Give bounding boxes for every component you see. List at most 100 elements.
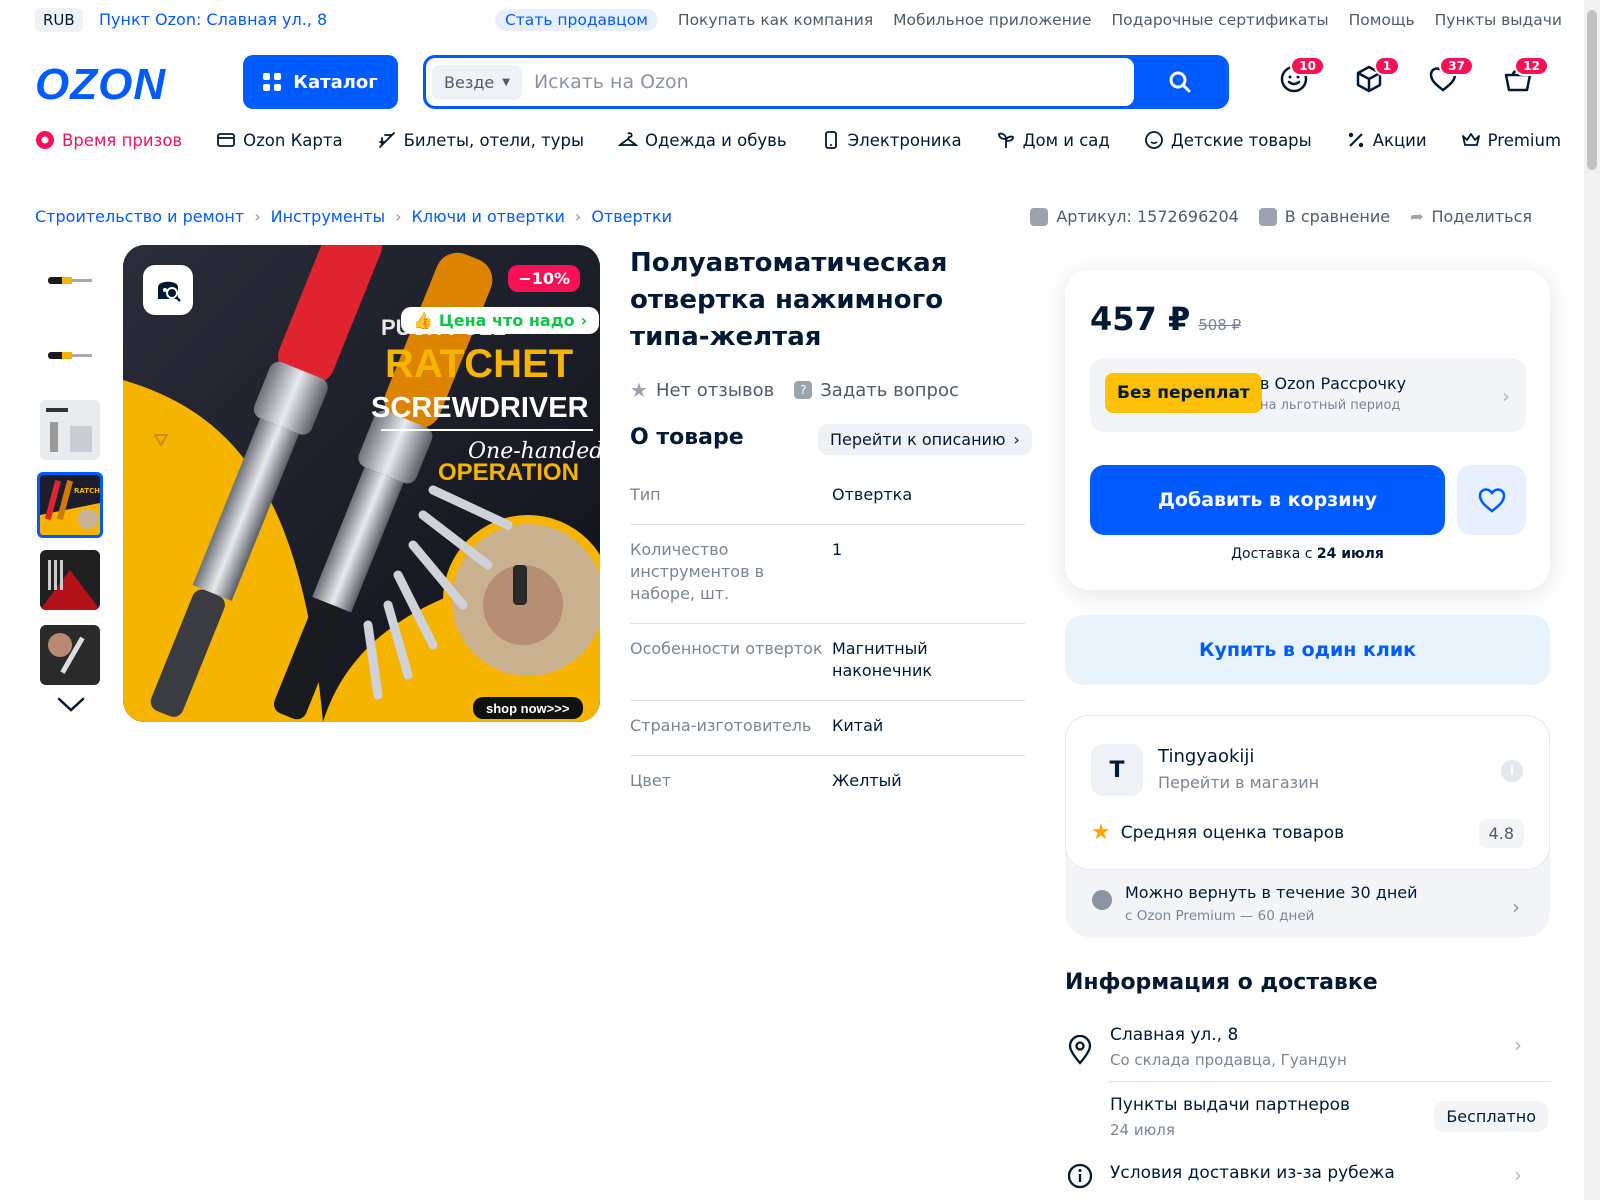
- catalog-button[interactable]: Каталог: [243, 55, 398, 109]
- chevron-right-icon: ›: [1013, 430, 1020, 449]
- thumbnail[interactable]: [40, 325, 100, 385]
- product-meta: Артикул: 1572696204 В сравнение ➦ Поделит…: [1030, 207, 1532, 226]
- favorites-button[interactable]: 37: [1428, 56, 1474, 98]
- question-icon: ?: [794, 381, 813, 399]
- product-image[interactable]: PUSH PULL RATCHET SCREWDRIVER One-handed…: [123, 245, 600, 722]
- partner-pickup-date: 24 июля: [1110, 1121, 1175, 1139]
- chevron-right-icon: ›: [395, 207, 402, 226]
- mobile-app-link[interactable]: Мобильное приложение: [893, 11, 1091, 29]
- search-input[interactable]: [533, 71, 1134, 93]
- discount-badge: −10%: [508, 265, 580, 292]
- delivery-date: Доставка с 24 июля: [1231, 546, 1384, 562]
- crown-icon: [1461, 133, 1480, 146]
- nav-item-clothing[interactable]: Одежда и обувь: [617, 130, 787, 150]
- breadcrumb-item[interactable]: Ключи и отвертки: [412, 207, 565, 226]
- delivery-address-row[interactable]: Славная ул., 8 Со склада продавца, Гуанд…: [1065, 1025, 1550, 1085]
- thumbnail[interactable]: [40, 550, 100, 610]
- profile-button[interactable]: 10: [1279, 56, 1325, 98]
- price-card: 457 ₽ 508 ₽ Без переплат в Ozon Рассрочк…: [1065, 270, 1550, 590]
- buy-as-company-link[interactable]: Покупать как компания: [678, 11, 873, 29]
- star-icon: ★: [1091, 820, 1111, 845]
- buy-one-click-button[interactable]: Купить в один клик: [1065, 615, 1550, 685]
- nav-item-premium[interactable]: Premium: [1461, 130, 1561, 150]
- article-copy[interactable]: Артикул: 1572696204: [1030, 207, 1239, 226]
- nav-item-kids[interactable]: Детские товары: [1144, 130, 1312, 150]
- thumbnail[interactable]: [40, 400, 100, 460]
- image-search-button[interactable]: [143, 265, 193, 315]
- seller-name[interactable]: Tingyaokiji: [1158, 746, 1254, 767]
- breadcrumb-item[interactable]: Отвертки: [591, 207, 672, 226]
- plant-icon: [997, 132, 1014, 148]
- seller-avatar[interactable]: T: [1091, 744, 1143, 796]
- cart-button[interactable]: 12: [1503, 56, 1549, 98]
- chevron-right-icon: ›: [1514, 1033, 1522, 1057]
- share-icon: ➦: [1410, 207, 1424, 226]
- percent-icon: [1348, 132, 1363, 148]
- become-seller-link[interactable]: Стать продавцом: [494, 9, 658, 31]
- currency-selector[interactable]: RUB: [35, 8, 83, 32]
- breadcrumb: Строительство и ремонт › Инструменты › К…: [35, 207, 672, 226]
- nav-item-promo[interactable]: Акции: [1346, 130, 1427, 150]
- thumbnail[interactable]: [40, 625, 100, 685]
- search-bar: Везде ▼: [423, 55, 1229, 109]
- nav-item-electronics[interactable]: Электроника: [821, 130, 962, 150]
- compare-button[interactable]: В сравнение: [1258, 207, 1390, 226]
- orders-button[interactable]: 1: [1354, 56, 1400, 98]
- pickup-point-link[interactable]: Пункт Ozon: Славная ул., 8: [99, 10, 327, 29]
- thumbnail-active[interactable]: RATCHET: [37, 472, 103, 538]
- ask-question-link[interactable]: ? Задать вопрос: [794, 380, 959, 401]
- gift-cards-link[interactable]: Подарочные сертификаты: [1111, 11, 1328, 29]
- specs-table: Тип Отвертка Количество инструментов в на…: [630, 470, 1025, 810]
- spec-row: Количество инструментов в наборе, шт. 1: [630, 525, 1025, 624]
- seller-rating-value: 4.8: [1478, 819, 1524, 848]
- pickup-points-link[interactable]: Пункты выдачи: [1435, 11, 1562, 29]
- installment-block[interactable]: Без переплат в Ozon Рассрочку на льготны…: [1090, 358, 1526, 432]
- baby-icon: [1144, 131, 1163, 149]
- chevron-right-icon: ›: [254, 207, 261, 226]
- card-icon: [217, 133, 236, 147]
- share-button[interactable]: ➦ Поделиться: [1410, 207, 1532, 226]
- good-price-badge[interactable]: 👍 Цена что надо ›: [401, 307, 600, 334]
- about-heading: О товаре: [630, 425, 744, 450]
- goto-description-button[interactable]: Перейти к описанию ›: [818, 424, 1032, 455]
- chevron-down-icon[interactable]: [56, 695, 86, 719]
- chevron-right-icon[interactable]: ›: [1512, 895, 1520, 919]
- scrollbar-thumb[interactable]: [1587, 10, 1597, 170]
- svg-text:shop now>>>: shop now>>>: [486, 701, 570, 716]
- svg-text:RATCHET: RATCHET: [74, 487, 100, 495]
- price: 457 ₽ 508 ₽: [1090, 300, 1242, 338]
- favorites-badge: 37: [1439, 56, 1474, 76]
- breadcrumb-item[interactable]: Инструменты: [271, 207, 386, 226]
- thumbnail[interactable]: [40, 250, 100, 310]
- nav-item-prizes[interactable]: Время призов: [35, 130, 182, 150]
- search-scope-dropdown[interactable]: Везде ▼: [432, 64, 522, 100]
- help-link[interactable]: Помощь: [1349, 11, 1415, 29]
- nav-item-travel[interactable]: Билеты, отели, туры: [377, 130, 584, 150]
- page-scrollbar[interactable]: [1584, 0, 1600, 1200]
- free-badge: Бесплатно: [1434, 1101, 1548, 1132]
- reviews-link[interactable]: ★ Нет отзывов: [630, 378, 774, 402]
- nav-item-ozon-card[interactable]: Ozon Карта: [216, 130, 343, 150]
- nav-item-home-garden[interactable]: Дом и сад: [996, 130, 1110, 150]
- delivery-address-sub: Со склада продавца, Гуандун: [1110, 1051, 1347, 1069]
- heart-icon: [1478, 488, 1505, 513]
- add-to-cart-button[interactable]: Добавить в корзину: [1090, 465, 1445, 535]
- chevron-right-icon: ›: [1514, 1163, 1522, 1187]
- chevron-right-icon: ›: [1502, 384, 1510, 408]
- info-icon[interactable]: i: [1501, 760, 1523, 782]
- favorite-button[interactable]: [1457, 465, 1526, 535]
- divider: [1108, 1081, 1550, 1082]
- spec-row: Страна-изготовитель Китай: [630, 701, 1025, 756]
- search-button[interactable]: [1134, 58, 1226, 106]
- top-links: Стать продавцом Покупать как компания Мо…: [494, 9, 1562, 31]
- spec-row: Особенности отверток Магнитный наконечник: [630, 624, 1025, 701]
- abroad-delivery-row[interactable]: Условия доставки из-за рубежа ›: [1065, 1163, 1550, 1193]
- chevron-right-icon: ›: [574, 207, 582, 226]
- image-search-icon: [158, 281, 181, 302]
- return-title[interactable]: Можно вернуть в течение 30 дней: [1125, 883, 1418, 902]
- breadcrumb-item[interactable]: Строительство и ремонт: [35, 207, 244, 226]
- seller-store-link[interactable]: Перейти в магазин: [1158, 773, 1319, 792]
- spec-row: Тип Отвертка: [630, 470, 1025, 525]
- delivery-heading: Информация о доставке: [1065, 970, 1378, 995]
- ozon-logo[interactable]: OZON: [35, 60, 166, 110]
